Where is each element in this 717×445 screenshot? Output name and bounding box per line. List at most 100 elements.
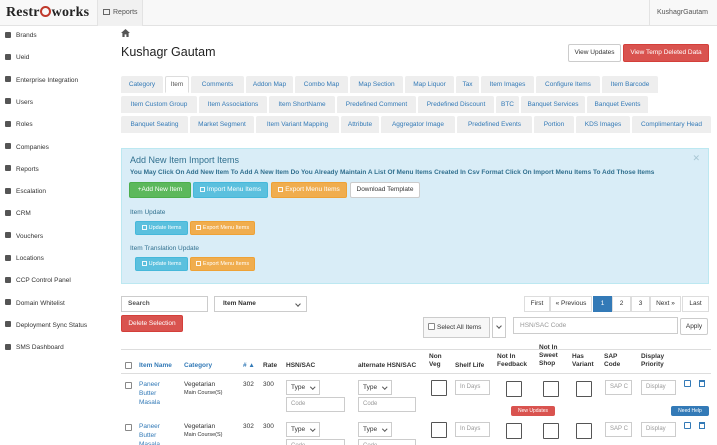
item-name-link[interactable]: Paneer Butter Masala: [139, 380, 171, 407]
tab-tax[interactable]: Tax: [456, 76, 479, 93]
row-checkbox[interactable]: [125, 382, 132, 389]
tab-market-segment[interactable]: Market Segment: [190, 116, 254, 133]
tab-comments[interactable]: Comments: [191, 76, 244, 93]
alt-hsn-code-input[interactable]: Code: [358, 439, 416, 445]
update-items-button[interactable]: Update Items: [135, 221, 188, 235]
hsn-type-select[interactable]: Type: [286, 380, 320, 395]
non-veg-checkbox[interactable]: [431, 380, 447, 396]
alt-hsn-code-input[interactable]: Code: [358, 397, 416, 412]
non-veg-checkbox[interactable]: [431, 422, 447, 438]
brand-logo[interactable]: Restr works: [6, 5, 89, 21]
sidebar-item-deployment-sync-status[interactable]: Deployment Sync Status: [5, 320, 87, 332]
import-menu-items-button[interactable]: Import Menu Items: [193, 182, 268, 198]
sidebar-item-brands[interactable]: Brands: [5, 30, 37, 42]
user-menu[interactable]: KushagrGautam: [649, 0, 717, 26]
display-priority-input[interactable]: Display: [641, 380, 676, 395]
pager-page-3[interactable]: 3: [631, 296, 650, 312]
tab-configure-items[interactable]: Configure Items: [536, 76, 600, 93]
add-new-item-button[interactable]: +Add New Item: [129, 182, 191, 198]
tab-category[interactable]: Category: [121, 76, 163, 93]
has-variant-checkbox[interactable]: [576, 381, 592, 397]
tab-banquet-events[interactable]: Banquet Events: [587, 96, 648, 113]
tab-kds-images[interactable]: KDS Images: [576, 116, 630, 133]
sidebar-item-ccp-control-panel[interactable]: CCP Control Panel: [5, 275, 71, 287]
hsn-type-select[interactable]: Type: [286, 422, 320, 437]
export-menu-items-button[interactable]: Export Menu Items: [271, 182, 347, 198]
tab-banquet-seating[interactable]: Banquet Seating: [121, 116, 188, 133]
search-input[interactable]: Search: [121, 296, 208, 312]
edit-icon[interactable]: [684, 422, 691, 429]
pager-last[interactable]: Last: [682, 296, 709, 312]
tab-item-images[interactable]: Item Images: [481, 76, 534, 93]
tab-portion[interactable]: Portion: [534, 116, 574, 133]
not-in-sweet-shop-checkbox[interactable]: [543, 423, 559, 439]
close-icon[interactable]: ✕: [692, 153, 700, 164]
trash-icon[interactable]: [699, 422, 705, 429]
tab-item-shortname[interactable]: Item ShortName: [269, 96, 335, 113]
hsn-code-input[interactable]: Code: [286, 397, 345, 412]
not-in-sweet-shop-checkbox[interactable]: [543, 381, 559, 397]
item-name-select[interactable]: Item Name: [214, 296, 307, 312]
not-in-feedback-checkbox[interactable]: [506, 423, 522, 439]
translation-update-items-button[interactable]: Update Items: [135, 257, 188, 271]
apply-button[interactable]: Apply: [680, 318, 708, 335]
edit-icon[interactable]: [684, 380, 691, 387]
sidebar-item-ueid[interactable]: Ueid: [5, 52, 29, 64]
not-in-feedback-checkbox[interactable]: [506, 381, 522, 397]
has-variant-checkbox[interactable]: [576, 423, 592, 439]
sidebar-item-companies[interactable]: Companies: [5, 142, 49, 154]
top-reports-link[interactable]: Reports: [97, 0, 143, 26]
item-name-link[interactable]: Paneer Butter Masala: [139, 422, 171, 445]
trash-icon[interactable]: [699, 380, 705, 387]
sidebar-item-escalation[interactable]: Escalation: [5, 186, 46, 198]
sidebar-item-locations[interactable]: Locations: [5, 253, 44, 265]
tab-banquet-services[interactable]: Banquet Services: [521, 96, 585, 113]
tab-btc[interactable]: BTC: [496, 96, 519, 113]
pager-page-2[interactable]: 2: [612, 296, 631, 312]
sidebar-item-enterprise-integration[interactable]: Enterprise Integration: [5, 75, 78, 87]
tab-aggregator-image[interactable]: Aggregator Image: [381, 116, 455, 133]
display-priority-input[interactable]: Display: [641, 422, 676, 437]
pager-page-1[interactable]: 1: [593, 296, 612, 312]
th-number[interactable]: # ▲: [243, 362, 255, 370]
sidebar-item-users[interactable]: Users: [5, 97, 33, 109]
home-icon[interactable]: [121, 29, 130, 37]
tab-item-custom-group[interactable]: Item Custom Group: [121, 96, 197, 113]
tab-map-liquor[interactable]: Map Liquor: [405, 76, 454, 93]
sidebar-item-crm[interactable]: CRM: [5, 208, 31, 220]
sap-code-input[interactable]: SAP C: [605, 422, 632, 437]
select-all-checkbox[interactable]: [428, 323, 435, 330]
view-temp-deleted-button[interactable]: View Temp Deleted Data: [623, 44, 709, 62]
select-all-toggle[interactable]: Select All Items: [423, 317, 490, 338]
alt-hsn-type-select[interactable]: Type: [358, 380, 392, 395]
tab-attribute[interactable]: Attribute: [341, 116, 379, 133]
shelf-life-input[interactable]: In Days: [455, 380, 490, 395]
tab-item-associations[interactable]: Item Associations: [199, 96, 267, 113]
delete-selection-button[interactable]: Delete Selection: [121, 315, 183, 332]
download-template-button[interactable]: Download Template: [350, 182, 420, 198]
sidebar-item-domain-whitelist[interactable]: Domain Whitelist: [5, 298, 65, 310]
tab-addon-map[interactable]: Addon Map: [246, 76, 293, 93]
pager-previous[interactable]: « Previous: [550, 296, 592, 312]
pager-next[interactable]: Next »: [650, 296, 681, 312]
tab-item-barcode[interactable]: Item Barcode: [602, 76, 658, 93]
shelf-life-input[interactable]: In Days: [455, 422, 490, 437]
hsn-code-input[interactable]: Code: [286, 439, 345, 445]
header-checkbox[interactable]: [125, 362, 132, 369]
tab-predefined-discount[interactable]: Predefined Discount: [418, 96, 494, 113]
tab-item[interactable]: Item: [165, 76, 189, 93]
translation-export-button[interactable]: Export Menu Items: [190, 257, 255, 271]
tab-map-section[interactable]: Map Section: [350, 76, 403, 93]
tab-complimentary-head[interactable]: Complimentary Head: [632, 116, 711, 133]
row-checkbox[interactable]: [125, 424, 132, 431]
sidebar-item-reports[interactable]: Reports: [5, 164, 39, 176]
export-update-items-button[interactable]: Export Menu Items: [190, 221, 255, 235]
tab-predefined-events[interactable]: Predefined Events: [457, 116, 532, 133]
tab-predefined-comment[interactable]: Predefined Comment: [337, 96, 416, 113]
tab-combo-map[interactable]: Combo Map: [295, 76, 348, 93]
bulk-action-select[interactable]: [492, 317, 506, 338]
th-category[interactable]: Category: [184, 362, 212, 370]
new-updates-badge[interactable]: New Updates: [511, 406, 555, 416]
sidebar-item-vouchers[interactable]: Vouchers: [5, 231, 43, 243]
th-item-name[interactable]: Item Name: [139, 362, 172, 370]
